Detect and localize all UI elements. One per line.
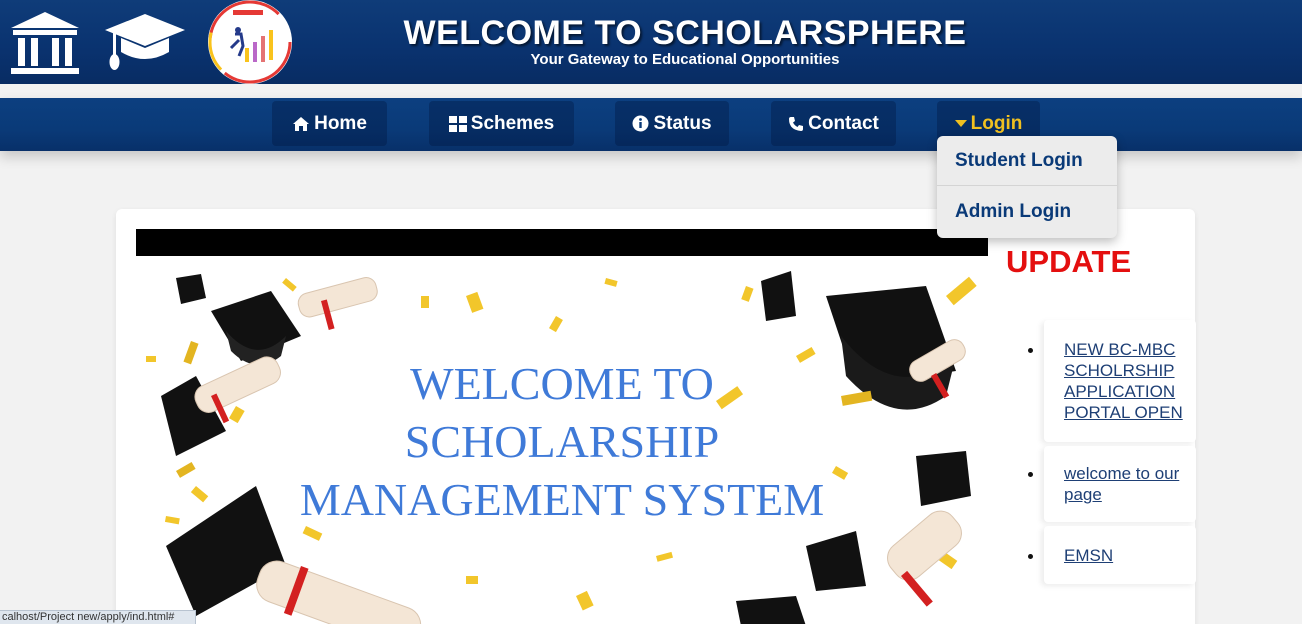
nav-login-label: Login [970,112,1023,134]
nav-contact[interactable]: Contact [771,101,896,146]
info-icon [632,115,649,132]
admin-login-link[interactable]: Admin Login [937,187,1117,237]
banner-line-2: SCHOLARSHIP [404,416,720,467]
news-link-welcome[interactable]: welcome to our page [1064,463,1192,505]
site-subtitle: Your Gateway to Educational Opportunitie… [530,51,840,68]
banner-line-1: WELCOME TO [410,358,714,409]
news-bullet [1028,554,1033,559]
grid-icon [448,115,467,132]
site-header: WELCOME TO SCHOLARSPHERE Your Gateway to… [0,0,1302,84]
nav-home-label: Home [314,112,367,134]
banner-top-bar [136,229,988,256]
news-link-portal-open[interactable]: NEW BC-MBC SCHOLRSHIP APPLICATION PORTAL… [1064,339,1192,423]
news-bullet [1028,348,1033,353]
login-dropdown: Student Login Admin Login [937,136,1117,238]
nav-home[interactable]: Home [272,101,387,146]
browser-status-bar: calhost/Project new/apply/ind.html# [0,610,196,624]
nav-status[interactable]: Status [615,101,729,146]
banner-heading: WELCOME TO SCHOLARSHIP MANAGEMENT SYSTEM [136,355,988,529]
news-bullet [1028,472,1033,477]
news-link-emsn[interactable]: EMSN [1064,545,1192,566]
home-icon [292,116,310,132]
nav-schemes[interactable]: Schemes [429,101,574,146]
banner-line-3: MANAGEMENT SYSTEM [299,474,825,525]
nav-contact-label: Contact [808,112,879,134]
caret-down-icon [954,119,967,128]
phone-icon [788,116,804,132]
welcome-banner: WELCOME TO SCHOLARSHIP MANAGEMENT SYSTEM [136,256,988,624]
site-title: WELCOME TO SCHOLARSPHERE [403,14,967,52]
student-login-link[interactable]: Student Login [937,136,1117,186]
latest-update-line-2: UPDATE [1006,244,1132,279]
nav-schemes-label: Schemes [470,112,555,134]
nav-status-label: Status [653,112,712,134]
